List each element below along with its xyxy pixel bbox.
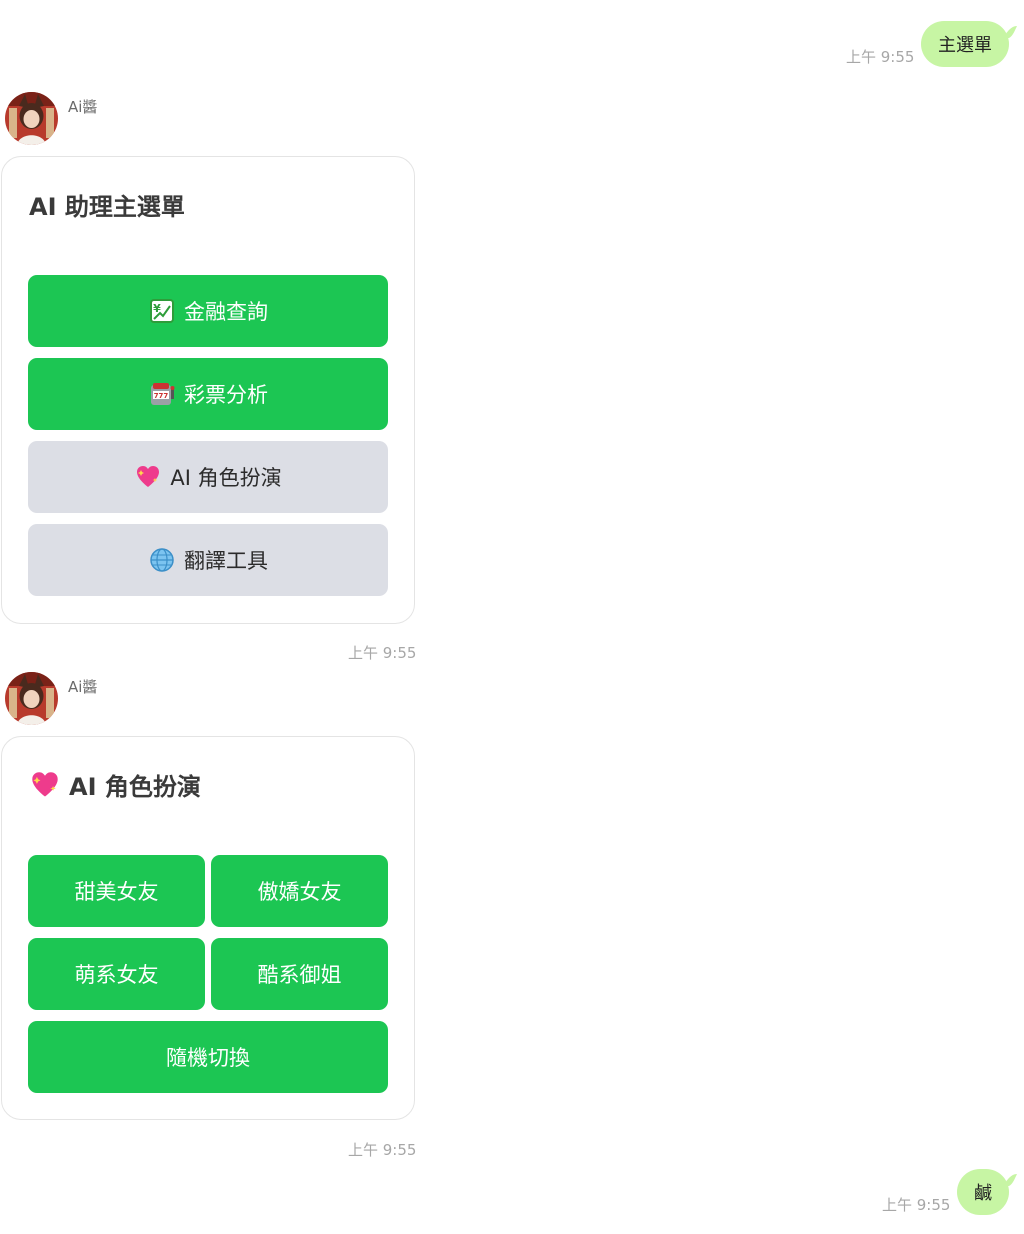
tsundere-girlfriend-button[interactable]: 傲嬌女友 xyxy=(211,855,388,927)
avatar-image xyxy=(5,92,58,145)
bot-avatar[interactable] xyxy=(5,672,58,725)
translation-tool-button[interactable]: 翻譯工具 xyxy=(28,524,388,596)
globe-icon xyxy=(148,546,176,574)
button-label: 酷系御姐 xyxy=(257,963,342,987)
bot-avatar[interactable] xyxy=(5,92,58,145)
sender-name: Ai醬 xyxy=(68,98,98,116)
sweet-girlfriend-button[interactable]: 甜美女友 xyxy=(28,855,205,927)
svg-text:777: 777 xyxy=(154,392,169,400)
card-title-text: AI 助理主選單 xyxy=(29,193,185,221)
sparkling-heart-icon xyxy=(29,769,61,801)
chart-yen-icon: ¥ xyxy=(148,297,176,325)
sender-name: Ai醬 xyxy=(68,678,98,696)
cool-onee-san-button[interactable]: 酷系御姐 xyxy=(211,938,388,1010)
outgoing-message-bubble[interactable]: 主選單 xyxy=(921,21,1009,67)
outgoing-message-bubble[interactable]: 鹹 xyxy=(957,1169,1009,1215)
lottery-analysis-button[interactable]: 777 彩票分析 xyxy=(28,358,388,430)
finance-query-button[interactable]: ¥ 金融查詢 xyxy=(28,275,388,347)
card-title: AI 角色扮演 xyxy=(29,767,201,802)
sparkling-heart-icon xyxy=(134,463,162,491)
button-label: 甜美女友 xyxy=(74,880,159,904)
button-label: AI 角色扮演 xyxy=(170,466,282,490)
button-label: 隨機切換 xyxy=(166,1046,250,1070)
button-label: 彩票分析 xyxy=(184,383,268,407)
message-timestamp: 上午 9:55 xyxy=(348,644,417,662)
random-switch-button[interactable]: 隨機切換 xyxy=(28,1021,388,1093)
button-label: 翻譯工具 xyxy=(184,549,268,573)
button-label: 傲嬌女友 xyxy=(257,880,342,904)
bubble-tail xyxy=(1003,1174,1017,1186)
slot-machine-icon: 777 xyxy=(148,380,176,408)
message-timestamp: 上午 9:55 xyxy=(882,1196,951,1214)
button-label: 金融查詢 xyxy=(184,300,268,324)
ai-roleplay-button[interactable]: AI 角色扮演 xyxy=(28,441,388,513)
avatar-image xyxy=(5,672,58,725)
message-timestamp: 上午 9:55 xyxy=(846,48,915,66)
button-label: 萌系女友 xyxy=(74,963,159,987)
message-timestamp: 上午 9:55 xyxy=(348,1141,417,1159)
card-title-text: AI 角色扮演 xyxy=(69,773,201,801)
cute-girlfriend-button[interactable]: 萌系女友 xyxy=(28,938,205,1010)
bubble-tail xyxy=(1003,26,1017,38)
outgoing-message-text: 鹹 xyxy=(974,1183,992,1204)
main-menu-card: AI 助理主選單 ¥ 金融查詢 777 彩票分析 AI 角色扮演 翻譯工具 xyxy=(1,156,415,624)
card-title: AI 助理主選單 xyxy=(29,187,185,222)
outgoing-message-text: 主選單 xyxy=(938,35,992,56)
roleplay-menu-card: AI 角色扮演 甜美女友 傲嬌女友 萌系女友 酷系御姐 隨機切換 xyxy=(1,736,415,1120)
